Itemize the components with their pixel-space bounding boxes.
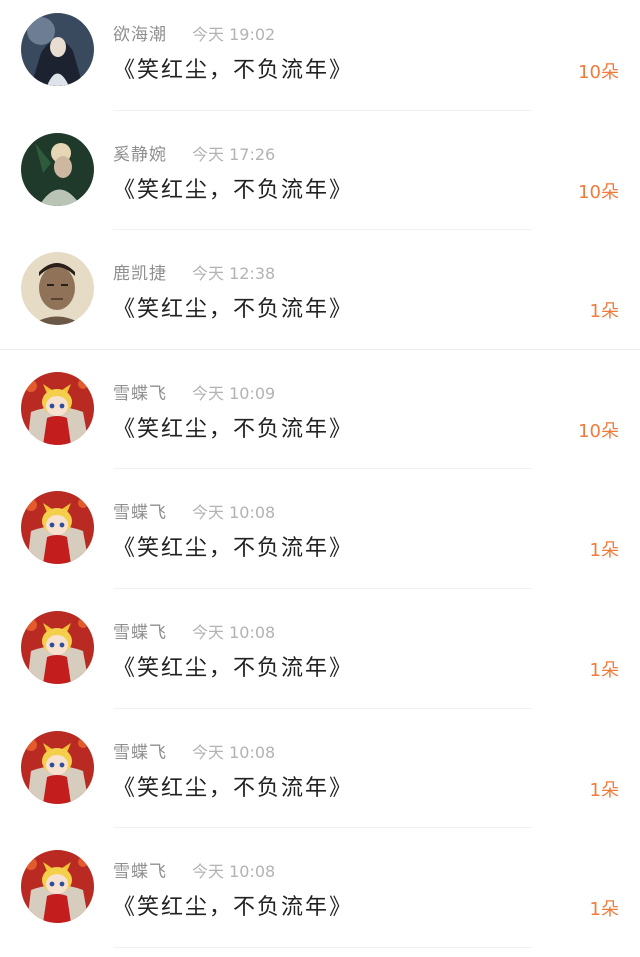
user-name[interactable]: 雪蝶飞 [113, 738, 167, 763]
divider [113, 468, 532, 470]
flower-count: 1朵 [589, 540, 619, 562]
user-name[interactable]: 雪蝶飞 [113, 498, 167, 523]
user-name[interactable]: 雪蝶飞 [113, 379, 167, 404]
user-name[interactable]: 雪蝶飞 [113, 857, 167, 882]
user-name[interactable]: 欲海潮 [113, 20, 167, 45]
timestamp: 今天 10:08 [192, 622, 276, 642]
flower-count: 1朵 [589, 779, 619, 801]
article-title[interactable]: 《笑红尘，不负流年》 [113, 889, 353, 921]
article-title[interactable]: 《笑红尘，不负流年》 [113, 650, 353, 682]
avatar[interactable] [21, 730, 94, 804]
list-item[interactable]: 雪蝶飞 今天 10:08 《笑红尘，不负流年》 1朵 [0, 718, 640, 838]
list-item[interactable]: 雪蝶飞 今天 10:08 《笑红尘，不负流年》 1朵 [0, 837, 640, 957]
avatar[interactable] [21, 252, 94, 326]
flower-count: 1朵 [589, 659, 619, 681]
list-item[interactable]: 欲海潮 今天 19:02 《笑红尘，不负流年》 10朵 [0, 0, 640, 120]
timestamp: 今天 10:08 [192, 742, 276, 762]
article-title[interactable]: 《笑红尘，不负流年》 [113, 172, 353, 204]
divider [113, 587, 532, 589]
timestamp: 今天 10:08 [192, 862, 276, 882]
divider [113, 229, 532, 231]
article-title[interactable]: 《笑红尘，不负流年》 [113, 411, 353, 443]
timestamp: 今天 19:02 [192, 25, 276, 44]
avatar[interactable] [21, 610, 94, 684]
gift-record-list: 欲海潮 今天 19:02 《笑红尘，不负流年》 10朵 奚静婉 今天 17:26 《笑红尘，… [0, 0, 640, 957]
timestamp: 今天 10:09 [192, 383, 276, 403]
avatar[interactable] [21, 13, 94, 86]
divider [113, 827, 532, 829]
flower-count: 10朵 [578, 181, 619, 203]
avatar[interactable] [21, 132, 94, 206]
article-title[interactable]: 《笑红尘，不负流年》 [113, 52, 353, 84]
divider [113, 109, 532, 111]
timestamp: 今天 10:08 [192, 503, 276, 523]
flower-count: 1朵 [589, 301, 619, 323]
list-item[interactable]: 奚静婉 今天 17:26 《笑红尘，不负流年》 10朵 [0, 120, 640, 240]
article-title[interactable]: 《笑红尘，不负流年》 [113, 530, 353, 562]
flower-count: 10朵 [578, 420, 619, 442]
article-title[interactable]: 《笑红尘，不负流年》 [113, 291, 353, 323]
avatar[interactable] [21, 371, 94, 445]
list-item[interactable]: 雪蝶飞 今天 10:08 《笑红尘，不负流年》 1朵 [0, 478, 640, 598]
article-title[interactable]: 《笑红尘，不负流年》 [113, 770, 353, 802]
timestamp: 今天 12:38 [192, 264, 276, 284]
divider [0, 348, 640, 350]
user-name[interactable]: 鹿凯捷 [113, 259, 167, 284]
flower-count: 1朵 [589, 899, 619, 921]
list-item[interactable]: 雪蝶飞 今天 10:09 《笑红尘，不负流年》 10朵 [0, 359, 640, 479]
list-item[interactable]: 雪蝶飞 今天 10:08 《笑红尘，不负流年》 1朵 [0, 598, 640, 718]
avatar[interactable] [21, 850, 94, 924]
divider [113, 946, 532, 948]
avatar[interactable] [21, 491, 94, 565]
flower-count: 10朵 [578, 62, 619, 83]
user-name[interactable]: 雪蝶飞 [113, 618, 167, 643]
list-item[interactable]: 鹿凯捷 今天 12:38 《笑红尘，不负流年》 1朵 [0, 239, 640, 359]
user-name[interactable]: 奚静婉 [113, 140, 167, 165]
timestamp: 今天 17:26 [192, 144, 276, 164]
divider [113, 707, 532, 709]
